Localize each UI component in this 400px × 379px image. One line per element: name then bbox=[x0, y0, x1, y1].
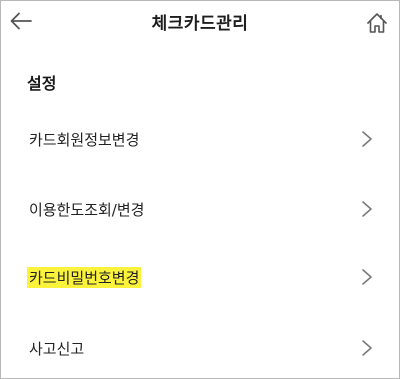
menu-item-label: 카드회원정보변경 bbox=[29, 131, 140, 149]
section-title: 설정 bbox=[27, 74, 57, 93]
chevron-right-icon bbox=[362, 340, 372, 356]
menu-item-card-member-info-change[interactable]: 카드회원정보변경 bbox=[1, 117, 399, 161]
menu-item-label: 카드비밀번호변경 bbox=[27, 267, 142, 288]
menu-item-accident-report[interactable]: 사고신고 bbox=[1, 326, 399, 370]
app-header: 체크카드관리 bbox=[1, 1, 399, 45]
menu-item-label: 사고신고 bbox=[29, 340, 85, 358]
menu-item-usage-limit-inquiry-change[interactable]: 이용한도조회/변경 bbox=[1, 187, 399, 231]
page-title: 체크카드관리 bbox=[151, 14, 249, 34]
menu-item-card-password-change[interactable]: 카드비밀번호변경 bbox=[1, 255, 399, 299]
menu-item-label: 이용한도조회/변경 bbox=[29, 201, 145, 219]
home-button[interactable] bbox=[361, 7, 393, 39]
chevron-right-icon bbox=[362, 131, 372, 147]
home-icon bbox=[367, 13, 387, 33]
check-card-management-screen: 체크카드관리 설정 카드회원정보변경 이용한도조회/변경 카드비밀번호변경 사고… bbox=[0, 0, 400, 379]
chevron-right-icon bbox=[362, 201, 372, 217]
chevron-right-icon bbox=[362, 269, 372, 285]
